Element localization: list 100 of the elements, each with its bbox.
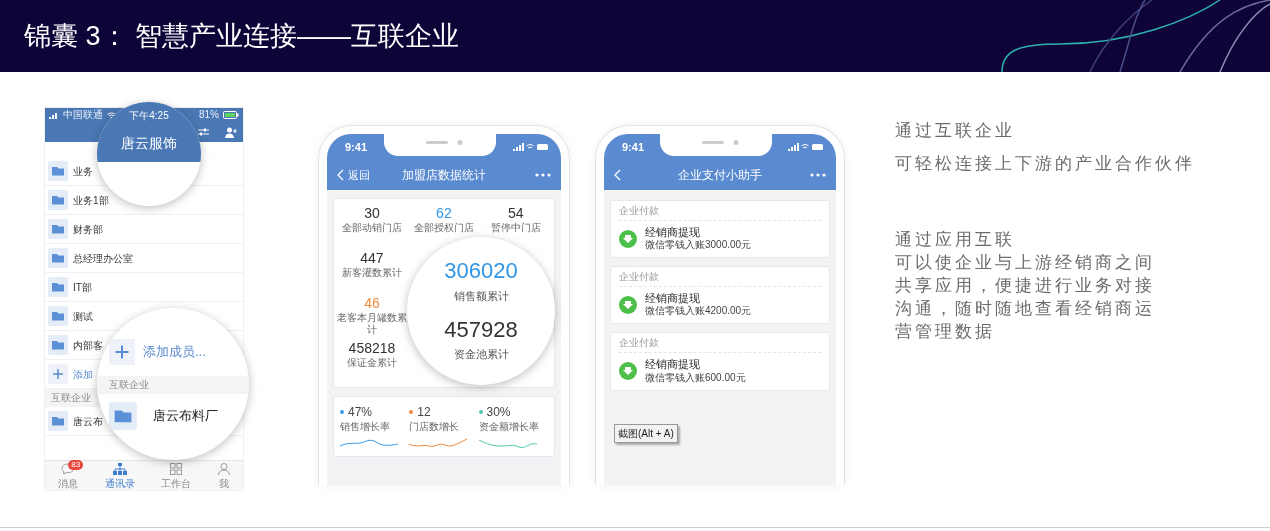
group-label[interactable]: 财务部 bbox=[73, 221, 103, 237]
stat-label: 全部授权门店 bbox=[413, 221, 474, 234]
sparkline bbox=[478, 439, 537, 449]
download-icon bbox=[619, 295, 637, 314]
growth-value: 47% bbox=[348, 404, 373, 421]
description-text: 营管理数据 bbox=[895, 321, 996, 343]
slide-title: 锦囊 3： 智慧产业连接——互联企业 bbox=[24, 20, 460, 53]
group-label[interactable]: 测试 bbox=[73, 308, 93, 324]
add-member-label[interactable]: 添加 bbox=[73, 366, 93, 382]
description-text: 通过应用互联 bbox=[895, 229, 1016, 251]
screen-title: 加盟店数据统计 bbox=[402, 167, 486, 184]
stat-value: 458218 bbox=[348, 340, 396, 357]
growth-value: 30% bbox=[486, 404, 511, 421]
folder-icon bbox=[109, 402, 137, 430]
growth-value: 12 bbox=[417, 404, 431, 421]
partner-label[interactable]: 唐云布料厂 bbox=[153, 406, 218, 426]
folder-icon bbox=[48, 335, 68, 355]
section-header: 互联企业 bbox=[97, 376, 249, 394]
back-chevron-icon bbox=[337, 169, 344, 181]
card-detail: 微信零钱入账3000.00元 bbox=[645, 239, 752, 252]
description-text: 共享应用，便捷进行业务对接 bbox=[895, 275, 1156, 297]
group-label[interactable]: IT部 bbox=[73, 279, 92, 295]
folder-icon bbox=[48, 248, 68, 268]
stat-value: 54 bbox=[508, 205, 524, 222]
stat-label: 保证金累计 bbox=[346, 356, 397, 369]
tab-bar-item[interactable]: 通讯录 bbox=[104, 462, 135, 489]
download-icon bbox=[619, 361, 637, 380]
plus-icon bbox=[48, 364, 68, 384]
tab-bar-item[interactable]: 工作台 bbox=[161, 462, 192, 489]
description-text: 可轻松连接上下游的产业合作伙伴 bbox=[895, 153, 1195, 175]
group-label[interactable]: 内部客 bbox=[73, 337, 103, 353]
stat-value: 306020 bbox=[444, 259, 518, 284]
person-icon bbox=[217, 462, 230, 475]
grid-icon bbox=[170, 462, 183, 475]
signal-wifi-battery-icon bbox=[513, 143, 549, 151]
card-category: 企业付款 bbox=[619, 337, 821, 354]
status-time: 9:41 bbox=[345, 139, 368, 155]
stat-label: 销售额累计 bbox=[453, 288, 509, 304]
folder-icon bbox=[48, 277, 68, 297]
signal-wifi-battery-icon bbox=[788, 143, 824, 151]
add-member-label[interactable]: 添加成员... bbox=[143, 342, 206, 362]
carrier-text: 中国联通 bbox=[63, 108, 103, 122]
stat-label: 资金池累计 bbox=[453, 347, 509, 363]
group-label[interactable]: 业务1部 bbox=[73, 192, 109, 208]
more-icon[interactable] bbox=[810, 173, 826, 177]
tab-bar-item[interactable]: 我 bbox=[217, 462, 230, 489]
tooltip: 截图(Alt + A) bbox=[614, 424, 678, 443]
more-icon[interactable] bbox=[535, 173, 551, 177]
add-person-icon[interactable] bbox=[225, 126, 237, 138]
folder-icon bbox=[48, 306, 68, 326]
card-title: 经销商提现 bbox=[645, 358, 701, 372]
back-button[interactable] bbox=[614, 169, 621, 181]
group-label[interactable]: 业务 bbox=[73, 163, 93, 179]
back-chevron-icon bbox=[614, 169, 621, 181]
battery-icon bbox=[223, 111, 239, 119]
stat-label: 新客灌数累计 bbox=[341, 266, 402, 279]
card-detail: 微信零钱入账4200.00元 bbox=[645, 305, 752, 318]
stat-value: 62 bbox=[436, 205, 452, 222]
payment-card[interactable]: 企业付款 经销商提现 微信零钱入账4200.00元 bbox=[610, 266, 830, 325]
card-detail: 微信零钱入账600.00元 bbox=[645, 371, 746, 384]
back-button[interactable]: 返回 bbox=[337, 166, 370, 184]
partner-label[interactable]: 唐云布 bbox=[73, 413, 103, 429]
status-time: 9:41 bbox=[622, 139, 645, 155]
stat-label: 老客本月罐数累计 bbox=[336, 311, 408, 336]
folder-icon bbox=[48, 411, 68, 431]
description-text: 沟通，随时随地查看经销商运 bbox=[895, 298, 1156, 320]
stat-label: 暂停中门店 bbox=[490, 221, 541, 234]
screen-title: 企业支付小助手 bbox=[678, 167, 762, 184]
sparkline bbox=[409, 438, 468, 447]
description-text: 通过互联企业 bbox=[895, 120, 1016, 142]
folder-icon bbox=[48, 190, 68, 210]
download-icon bbox=[619, 229, 637, 248]
card-category: 企业付款 bbox=[619, 271, 821, 288]
wifi-icon bbox=[107, 111, 116, 119]
payment-card[interactable]: 企业付款 经销商提现 微信零钱入账600.00元 bbox=[610, 332, 830, 391]
org-chart-icon bbox=[112, 462, 127, 475]
screen-title: 唐云服饰 bbox=[121, 134, 177, 153]
growth-label: 门店数增长 bbox=[409, 421, 461, 433]
stat-value: 30 bbox=[364, 205, 380, 222]
unread-badge: 83 bbox=[68, 459, 84, 470]
growth-label: 销售增长率 bbox=[340, 421, 391, 433]
signal-icon bbox=[49, 111, 59, 119]
sparkline bbox=[340, 439, 399, 447]
stat-value: 457928 bbox=[444, 318, 518, 343]
battery-percent: 81% bbox=[199, 108, 219, 122]
stat-value: 447 bbox=[360, 250, 384, 267]
growth-label: 资金额增长率 bbox=[478, 421, 540, 433]
stat-label: 全部动销门店 bbox=[341, 221, 402, 234]
folder-icon bbox=[48, 161, 68, 181]
card-title: 经销商提现 bbox=[645, 226, 701, 240]
stat-value: 46 bbox=[364, 295, 380, 312]
card-category: 企业付款 bbox=[619, 205, 821, 221]
payment-card[interactable]: 企业付款 经销商提现 微信零钱入账3000.00元 bbox=[610, 200, 830, 259]
sliders-icon[interactable] bbox=[198, 127, 209, 137]
description-text: 可以使企业与上游经销商之间 bbox=[895, 252, 1156, 274]
group-label[interactable]: 总经理办公室 bbox=[73, 250, 133, 266]
folder-icon bbox=[48, 219, 68, 239]
plus-icon bbox=[109, 339, 135, 365]
card-title: 经销商提现 bbox=[645, 292, 701, 306]
status-time: 下午4:25 bbox=[129, 109, 169, 123]
